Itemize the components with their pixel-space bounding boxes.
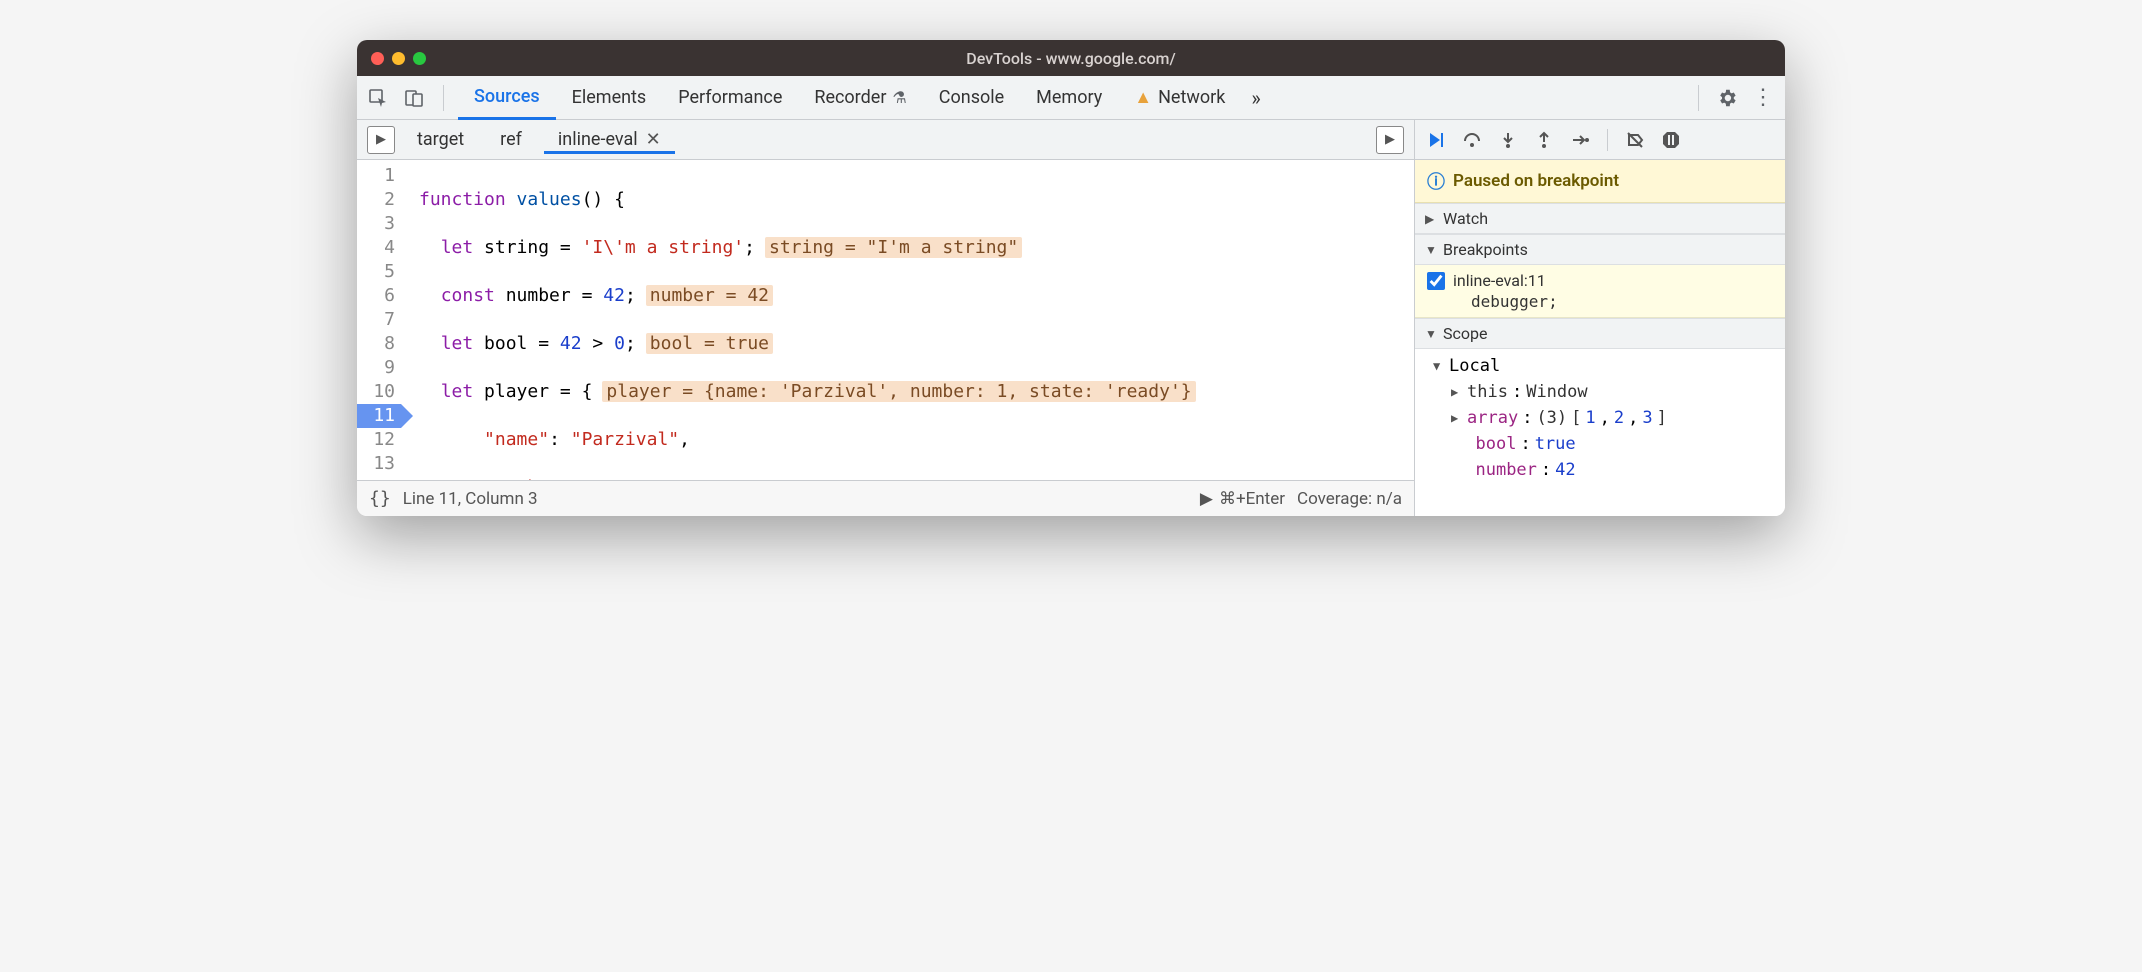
debugger-toolbar [1415,120,1785,160]
line-number[interactable]: 12 [357,428,401,452]
line-number[interactable]: 7 [357,308,401,332]
step-button[interactable] [1567,127,1593,153]
settings-icon[interactable] [1713,84,1741,112]
tab-console[interactable]: Console [923,76,1020,120]
scope-section-header[interactable]: ▼Scope [1415,318,1785,349]
line-number[interactable]: 5 [357,260,401,284]
close-window-button[interactable] [371,52,384,65]
maximize-window-button[interactable] [413,52,426,65]
scope-var-array[interactable]: ▶array: (3) [1, 2, 3] [1425,405,1785,431]
panel-tabbar: Sources Elements Performance Recorder⚗ C… [357,76,1785,120]
file-tabbar: ▶ target ref inline-eval✕ ▶ [357,120,1414,160]
line-number-exec[interactable]: 11 [357,404,401,428]
line-number[interactable]: 10 [357,380,401,404]
navigator-toggle-icon[interactable]: ▶ [367,126,395,154]
experiment-icon: ⚗ [892,88,906,107]
run-snippet-button[interactable]: ▶ ⌘+Enter [1200,489,1285,509]
scope-var-number[interactable]: number: 42 [1425,457,1785,483]
paused-banner: ⓘ Paused on breakpoint [1415,160,1785,203]
tab-recorder[interactable]: Recorder⚗ [798,76,922,120]
step-into-button[interactable] [1495,127,1521,153]
line-number[interactable]: 3 [357,212,401,236]
devtools-window: DevTools - www.google.com/ Sources Eleme… [357,40,1785,516]
line-gutter: 1 2 3 4 5 6 7 8 9 10 11 12 13 14 [357,160,411,480]
separator [443,85,444,111]
main-area: ▶ target ref inline-eval✕ ▶ 1 2 3 4 5 6 … [357,120,1785,516]
tab-network[interactable]: ▲Network [1118,76,1241,120]
breakpoint-checkbox[interactable] [1427,272,1445,290]
code-body[interactable]: function values() { let string = 'I\'m a… [411,160,1414,480]
resume-button[interactable] [1423,127,1449,153]
inline-hint: player = {name: 'Parzival', number: 1, s… [602,381,1195,402]
scope-local-header[interactable]: ▼Local [1425,353,1785,379]
file-tab-ref[interactable]: ref [486,125,536,154]
separator [1607,129,1608,151]
breakpoint-location: inline-eval:11 [1453,271,1546,290]
scope-body: ▼Local ▶this: Window ▶array: (3) [1, 2, … [1415,349,1785,487]
breakpoints-section-header[interactable]: ▼Breakpoints [1415,234,1785,265]
coverage-status: Coverage: n/a [1297,489,1402,509]
code-editor[interactable]: 1 2 3 4 5 6 7 8 9 10 11 12 13 14 functio… [357,160,1414,480]
line-number[interactable]: 1 [357,164,401,188]
chevron-right-icon: ▶ [1451,379,1463,405]
window-controls [371,52,426,65]
deactivate-breakpoints-button[interactable] [1622,127,1648,153]
chevron-down-icon: ▼ [1425,243,1437,257]
chevron-down-icon: ▼ [1425,327,1437,341]
breakpoint-code: debugger; [1427,292,1775,311]
breakpoint-item[interactable]: inline-eval:11 debugger; [1415,265,1785,318]
tab-memory[interactable]: Memory [1020,76,1118,120]
file-tab-inline-eval[interactable]: inline-eval✕ [544,125,675,154]
debugger-sidebar: ⓘ Paused on breakpoint ▶Watch ▼Breakpoin… [1415,120,1785,516]
chevron-right-icon: ▶ [1451,405,1463,431]
panel-tabs: Sources Elements Performance Recorder⚗ C… [458,76,1684,120]
close-file-icon[interactable]: ✕ [646,129,661,150]
more-menu-icon[interactable]: ⋮ [1749,84,1777,112]
scope-var-this[interactable]: ▶this: Window [1425,379,1785,405]
scope-var-bool[interactable]: bool: true [1425,431,1785,457]
inline-hint: string = "I'm a string" [765,237,1022,258]
tab-performance[interactable]: Performance [662,76,798,120]
titlebar: DevTools - www.google.com/ [357,40,1785,76]
tab-elements[interactable]: Elements [556,76,663,120]
line-number[interactable]: 2 [357,188,401,212]
debugger-toggle-icon[interactable]: ▶ [1376,126,1404,154]
watch-section-header[interactable]: ▶Watch [1415,203,1785,234]
chevron-down-icon: ▼ [1433,353,1445,379]
pause-on-exceptions-button[interactable] [1658,127,1684,153]
minimize-window-button[interactable] [392,52,405,65]
tab-sources[interactable]: Sources [458,76,556,120]
separator [1698,85,1699,111]
step-over-button[interactable] [1459,127,1485,153]
step-out-button[interactable] [1531,127,1557,153]
info-icon: ⓘ [1427,168,1445,194]
tabs-overflow-button[interactable]: » [1241,86,1270,110]
line-number[interactable]: 13 [357,452,401,476]
inline-hint: bool = true [646,333,773,354]
line-number[interactable]: 8 [357,332,401,356]
inspect-element-icon[interactable] [365,85,391,111]
line-number[interactable]: 6 [357,284,401,308]
editor-pane: ▶ target ref inline-eval✕ ▶ 1 2 3 4 5 6 … [357,120,1415,516]
line-number[interactable]: 9 [357,356,401,380]
editor-statusbar: {} Line 11, Column 3 ▶ ⌘+Enter Coverage:… [357,480,1414,516]
cursor-position: Line 11, Column 3 [403,489,538,509]
inline-hint: number = 42 [646,285,773,306]
warning-icon: ▲ [1134,87,1152,108]
device-toolbar-icon[interactable] [401,85,427,111]
window-title: DevTools - www.google.com/ [357,49,1785,68]
pretty-print-icon[interactable]: {} [369,488,391,509]
line-number[interactable]: 4 [357,236,401,260]
chevron-right-icon: ▶ [1425,212,1437,226]
file-tab-target[interactable]: target [403,125,478,154]
